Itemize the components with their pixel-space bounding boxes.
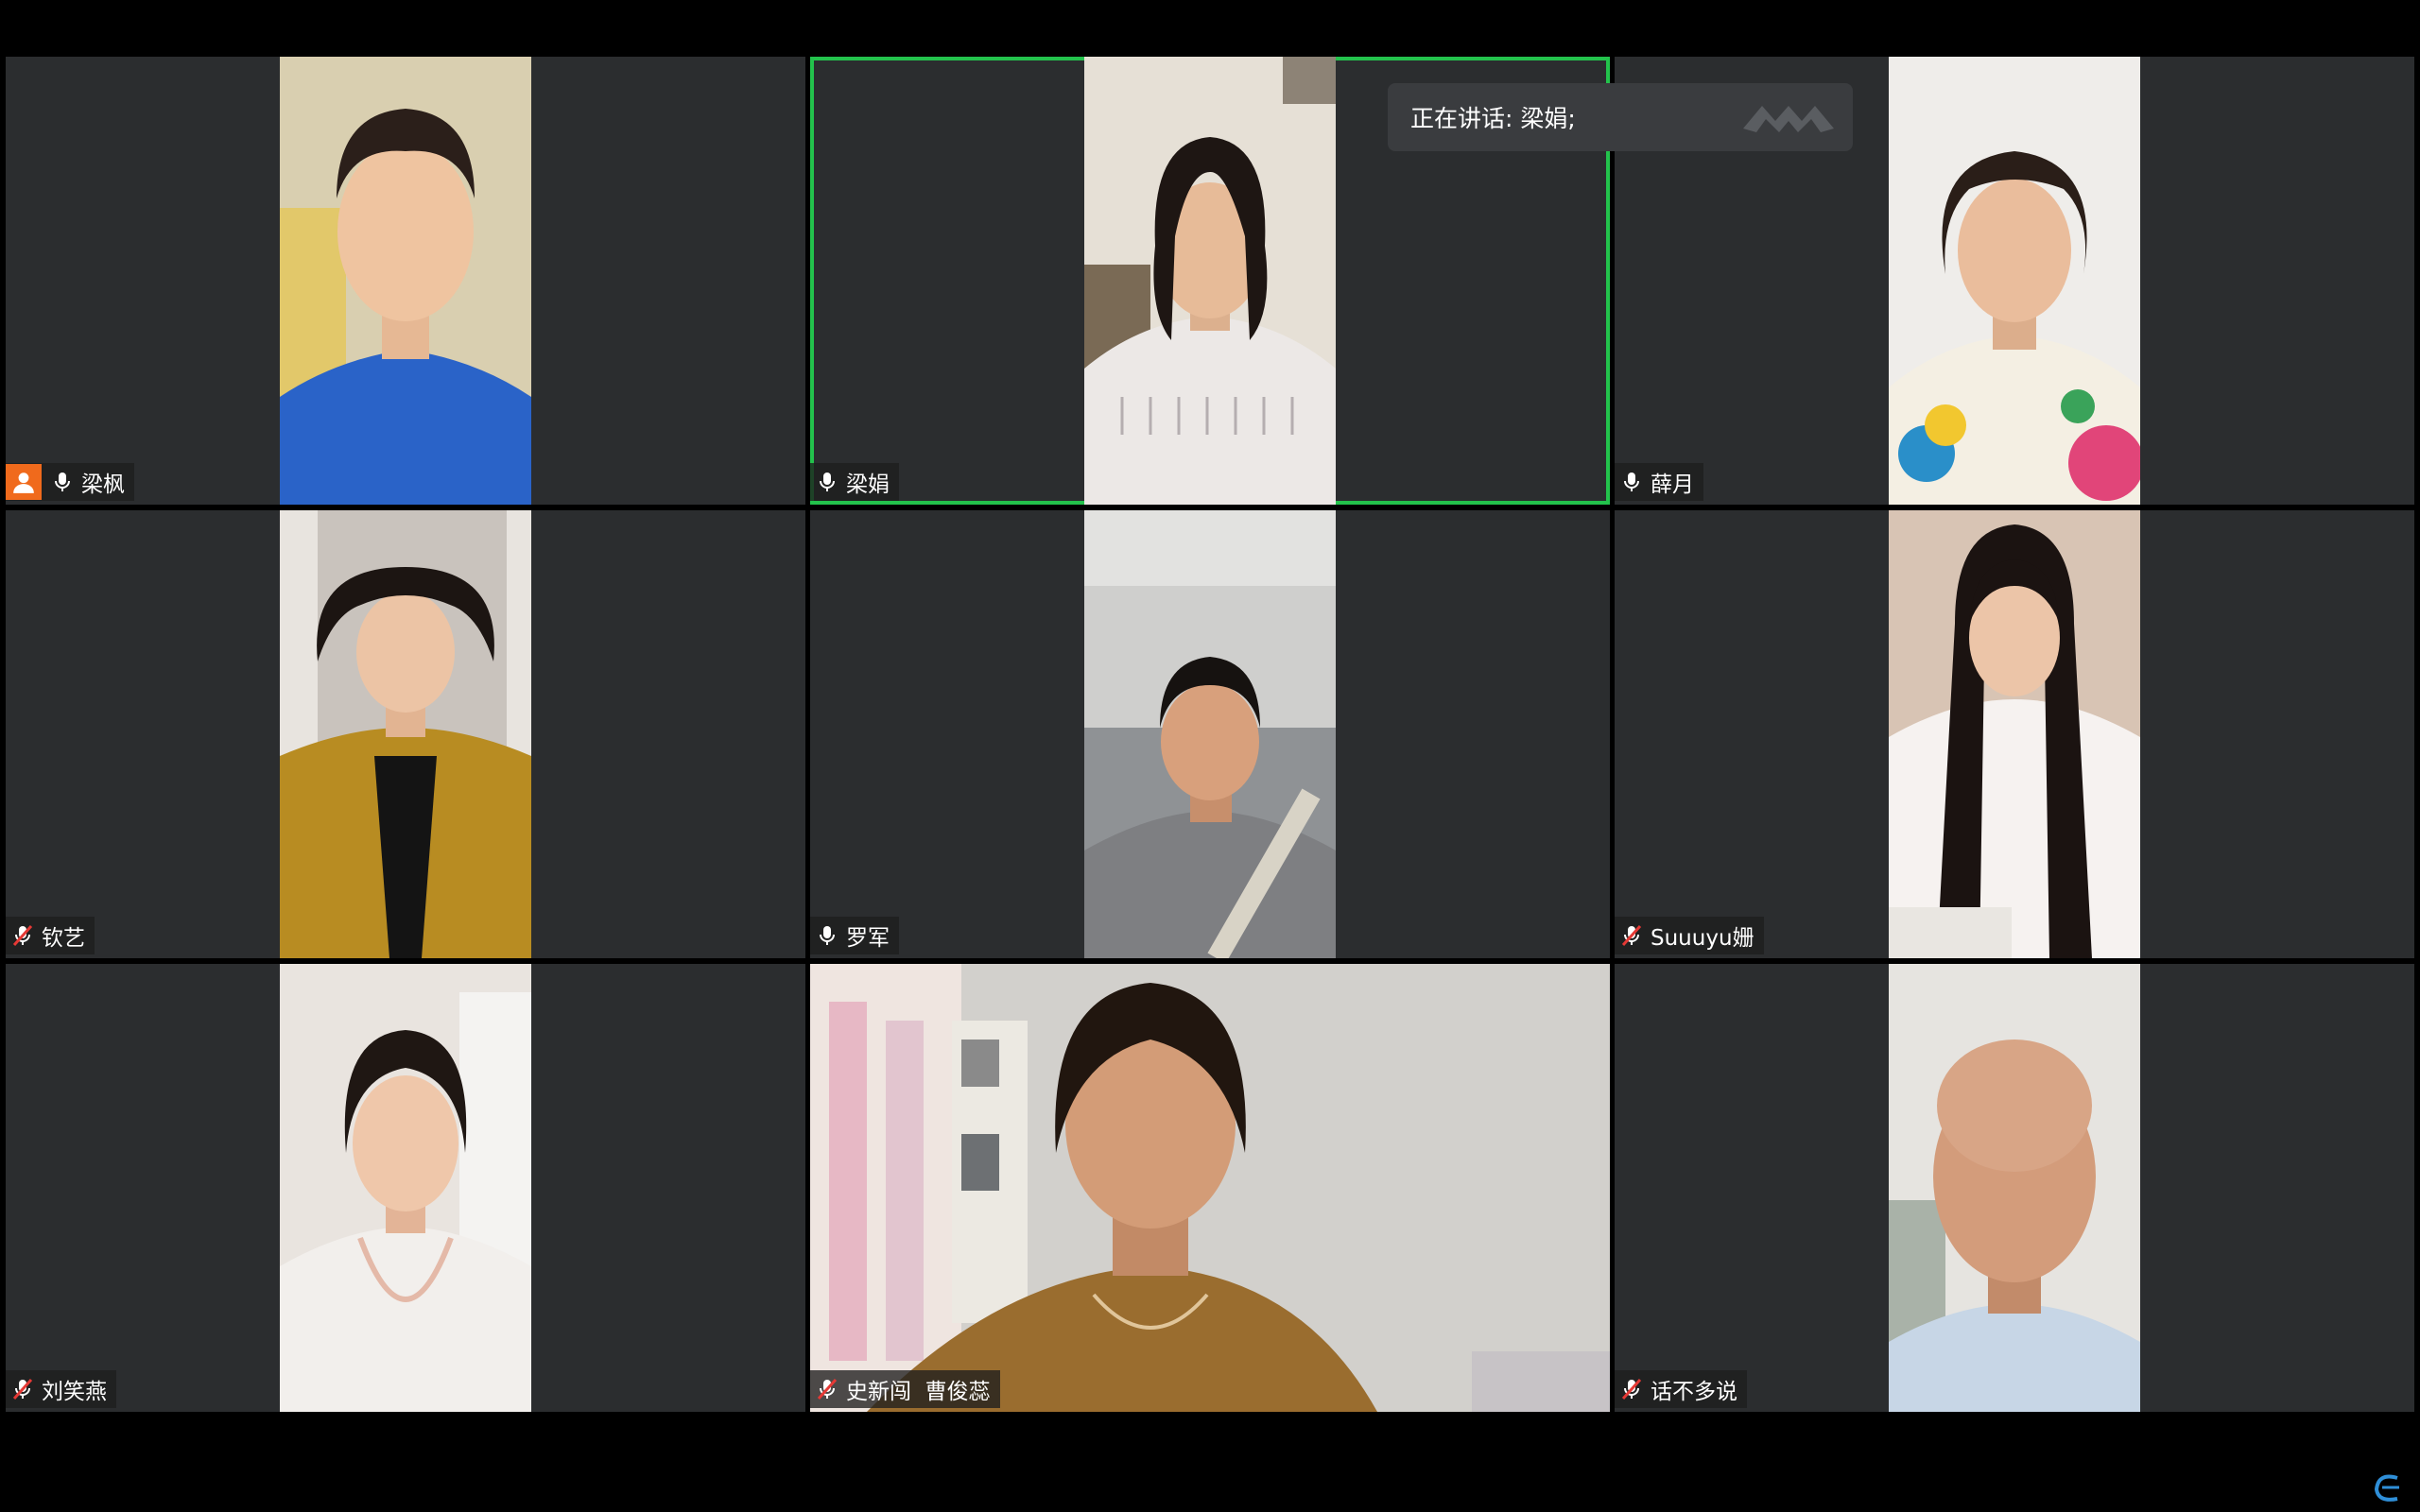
mic-on-icon[interactable] — [51, 470, 74, 494]
participant-name-tag: 罗军 — [810, 917, 899, 954]
participant-name: Suuuyu姗 — [1651, 926, 1754, 951]
participant-tile[interactable]: 钦艺 — [6, 510, 805, 958]
participant-tile[interactable]: 罗军 — [810, 510, 1610, 958]
host-icon — [6, 464, 42, 500]
participant-name-tag: 钦艺 — [6, 917, 95, 954]
participant-name: 刘笑燕 — [42, 1380, 107, 1404]
mic-muted-icon[interactable] — [1620, 923, 1643, 948]
participant-name: 薛月 — [1651, 472, 1694, 497]
participant-name: 梁娟 — [846, 472, 890, 497]
participant-name-tag: 刘笑燕 — [6, 1370, 116, 1408]
participant-name: 钦艺 — [42, 926, 85, 951]
participant-tile[interactable]: 刘笑燕 — [6, 964, 805, 1412]
participant-name: 史新闯 曹俊蕊 — [846, 1380, 991, 1404]
participant-video — [1084, 510, 1336, 958]
mic-muted-icon[interactable] — [816, 1377, 838, 1401]
mic-on-icon[interactable] — [816, 923, 838, 948]
participant-video — [280, 510, 531, 958]
active-speaker-banner: 正在讲话: 梁娟; — [1388, 83, 1853, 151]
participant-name-tag: 梁枫 — [6, 463, 134, 501]
participant-name: 话不多说 — [1651, 1380, 1737, 1404]
participant-video — [810, 964, 1610, 1412]
participant-tile[interactable]: Suuuyu姗 — [1615, 510, 2414, 958]
participant-video — [280, 964, 531, 1412]
participant-tile[interactable]: 话不多说 — [1615, 964, 2414, 1412]
participant-name-tag: 梁娟 — [810, 463, 899, 501]
participant-name: 梁枫 — [81, 472, 125, 497]
participant-video — [1889, 510, 2140, 958]
participant-video — [1889, 57, 2140, 505]
participant-name-tag: 话不多说 — [1615, 1370, 1747, 1408]
participant-video — [280, 57, 531, 505]
mic-on-icon[interactable] — [1620, 470, 1643, 494]
participant-video — [1889, 964, 2140, 1412]
participant-video — [1084, 57, 1336, 505]
watermark-logo-icon — [2374, 1474, 2399, 1502]
mic-muted-icon[interactable] — [11, 1377, 34, 1401]
participant-name: 罗军 — [846, 926, 890, 951]
participant-name-tag: Suuuyu姗 — [1615, 917, 1764, 954]
mic-muted-icon[interactable] — [11, 923, 34, 948]
participant-name-tag: 薛月 — [1615, 463, 1703, 501]
participant-tile[interactable]: 史新闯 曹俊蕊 — [810, 964, 1610, 1412]
participant-tile[interactable]: 梁枫 — [6, 57, 805, 505]
mic-on-icon[interactable] — [816, 470, 838, 494]
participant-name-tag: 史新闯 曹俊蕊 — [810, 1370, 1000, 1408]
mic-muted-icon[interactable] — [1620, 1377, 1643, 1401]
logo-icon — [1743, 106, 1834, 132]
active-speaker-label: 正在讲话: 梁娟; — [1410, 105, 1576, 132]
